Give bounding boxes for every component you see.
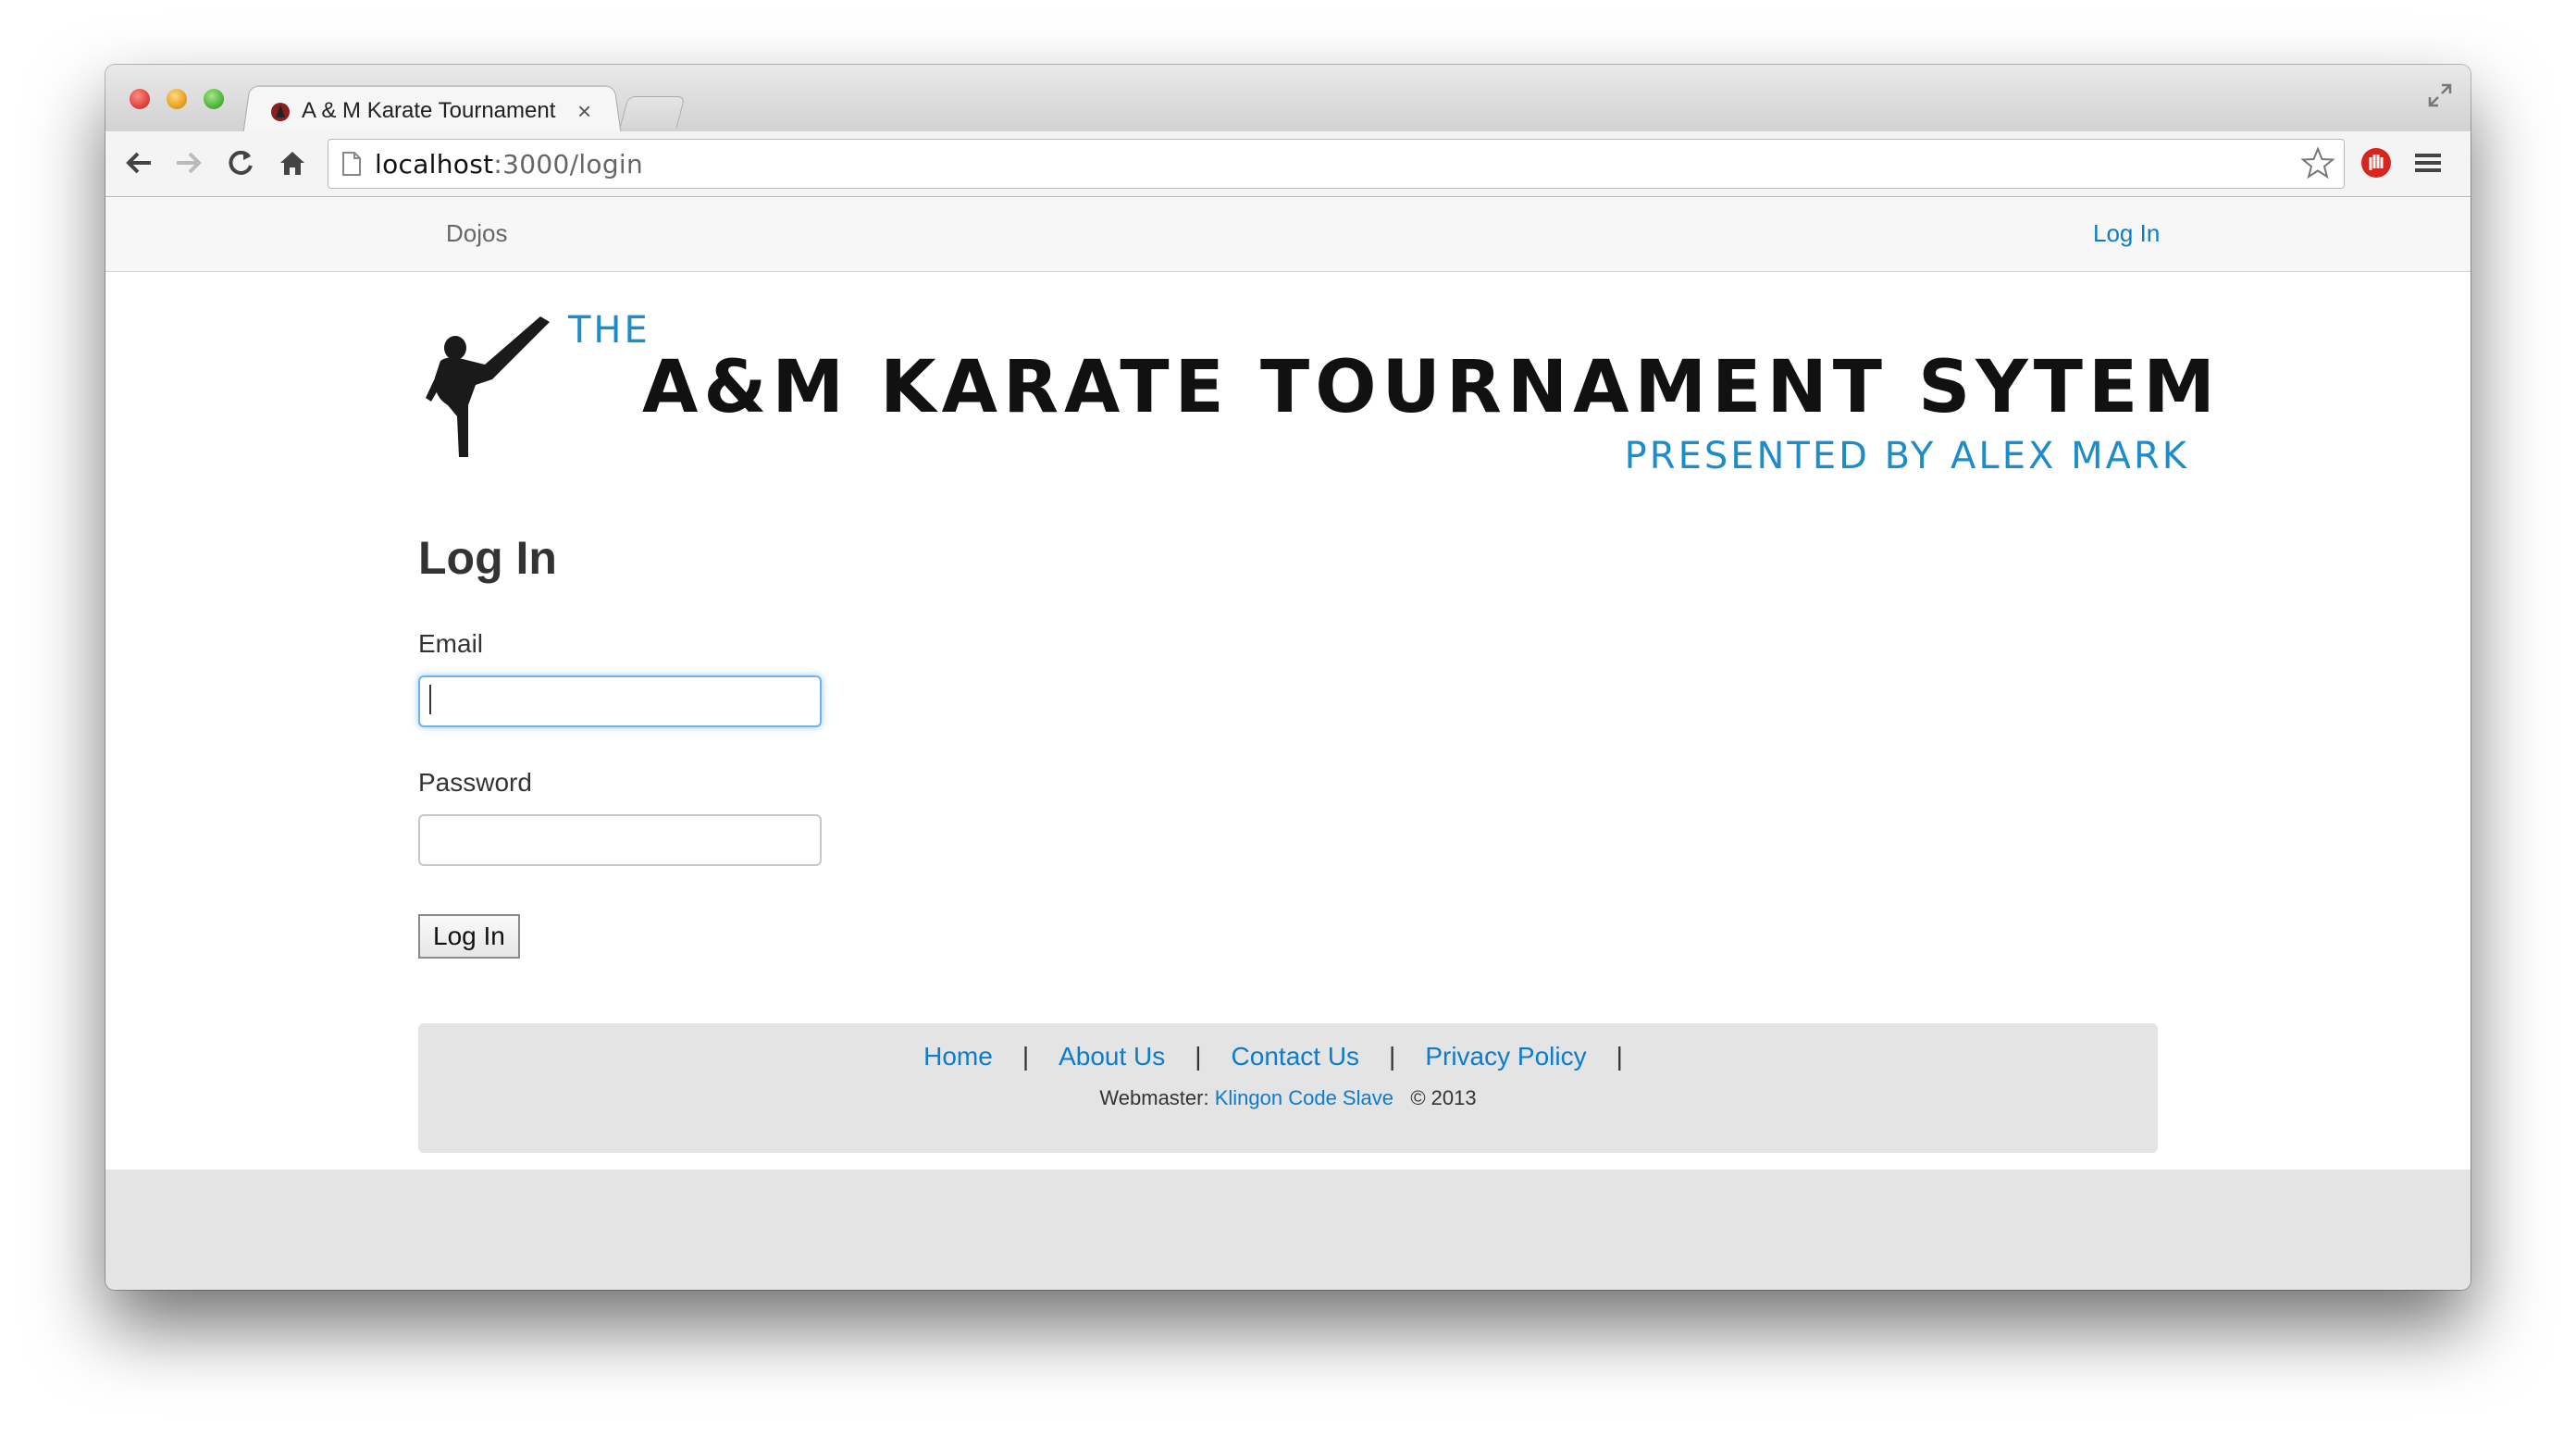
reload-icon [229,150,253,175]
page-viewport: Dojos Log In THE A&M KARATE TOURNAMENT S… [105,197,2471,1290]
tab-close-icon[interactable]: × [577,97,591,126]
footer-link-about-us[interactable]: About Us [1059,1042,1165,1071]
extension-button[interactable] [2358,144,2395,181]
email-field[interactable] [418,675,822,727]
home-button[interactable] [274,144,311,181]
webmaster-prefix: Webmaster: [1099,1086,1209,1109]
zoom-window-button[interactable] [204,89,224,109]
footer-links: Home | About Us | Contact Us | Privacy Policy | [418,1042,2158,1071]
password-label: Password [418,768,532,797]
tab-content: A & M Karate Tournament × [268,93,611,130]
chrome-menu-button[interactable] [2409,144,2446,181]
back-button[interactable] [120,144,157,181]
forward-button[interactable] [170,144,207,181]
footer-separator: | [1195,1042,1202,1071]
banner-subtitle: PRESENTED BY ALEX MARK [1624,435,2189,477]
karate-favicon-icon [271,103,290,121]
nav-link-login[interactable]: Log In [2093,219,2160,248]
site-banner: THE A&M KARATE TOURNAMENT SYTEM PRESENTE… [420,309,2215,494]
close-window-button[interactable] [130,89,150,109]
email-label: Email [418,629,484,658]
banner-the: THE [568,309,650,352]
password-field[interactable] [418,814,822,866]
browser-window: A & M Karate Tournament × localhost:3000… [105,65,2471,1290]
text-caret [429,685,431,714]
page-title: Log In [418,532,557,584]
copyright-text: © 2013 [1410,1086,1477,1109]
nav-link-dojos[interactable]: Dojos [446,219,507,248]
url-text: localhost:3000/login [375,149,643,180]
forward-arrow-icon [177,152,202,174]
new-tab-button[interactable] [619,96,686,129]
address-bar[interactable]: localhost:3000/login [328,139,2345,189]
footer-separator: | [1022,1042,1030,1071]
footer-link-home[interactable]: Home [923,1042,993,1071]
stop-hand-extension-icon [2361,148,2391,178]
footer-separator: | [1389,1042,1396,1071]
webmaster-link[interactable]: Klingon Code Slave [1215,1086,1393,1109]
karate-kick-silhouette-icon [426,316,550,457]
footer-link-privacy-policy[interactable]: Privacy Policy [1425,1042,1586,1071]
page-icon [342,152,361,176]
login-submit-button[interactable]: Log In [418,914,520,959]
site-footer: Home | About Us | Contact Us | Privacy Policy |… [418,1023,2158,1153]
minimize-window-button[interactable] [167,89,187,109]
browser-toolbar: localhost:3000/login [105,131,2471,197]
footer-link-contact-us[interactable]: Contact Us [1232,1042,1360,1071]
page-content: THE A&M KARATE TOURNAMENT SYTEM PRESENTE… [105,272,2471,1170]
footer-credit: Webmaster: Klingon Code Slave © 2013 [418,1086,2158,1110]
fullscreen-icon[interactable] [2426,81,2454,109]
footer-separator: | [1616,1042,1623,1071]
home-icon [280,152,304,175]
menu-icon [2415,154,2441,172]
url-host: localhost [375,148,494,180]
banner-title: A&M KARATE TOURNAMENT SYTEM [642,346,2221,429]
site-navbar: Dojos Log In [105,197,2471,272]
url-path: :3000/login [493,148,644,180]
bookmark-star-icon[interactable] [2299,145,2336,182]
tab-title: A & M Karate Tournament [302,98,556,123]
back-arrow-icon [126,152,151,174]
reload-button[interactable] [222,144,259,181]
